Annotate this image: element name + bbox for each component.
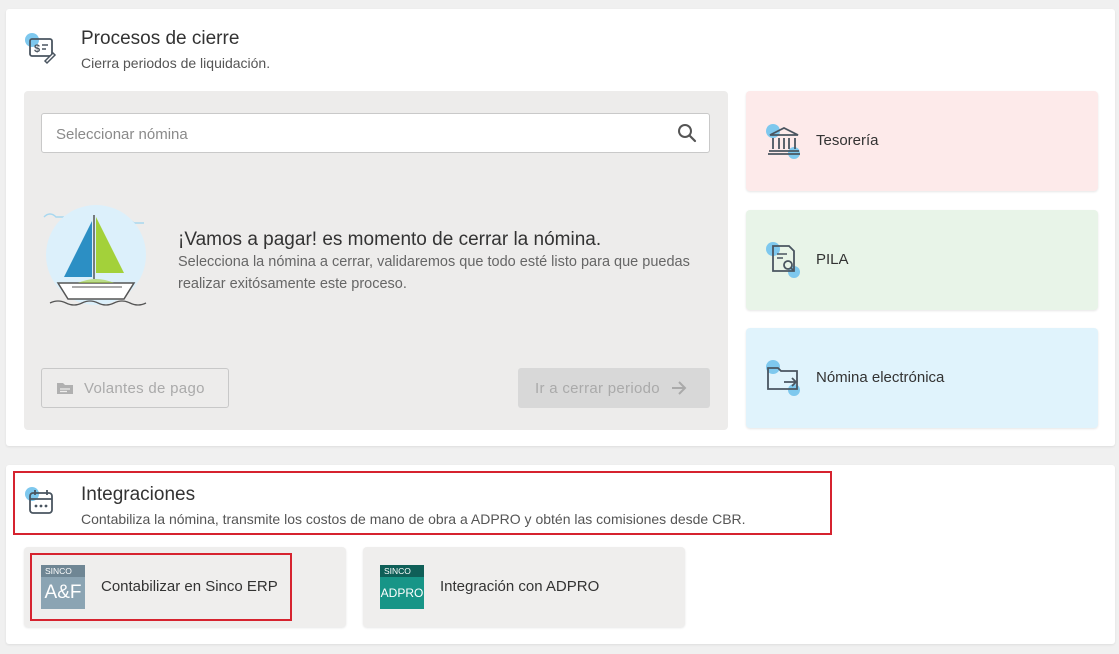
nomina-electronica-card[interactable]: Nómina electrónica [746,328,1098,428]
tesoreria-label: Tesorería [816,132,879,149]
adpro-label: Integración con ADPRO [440,578,600,595]
procesos-cierre-card: $ Procesos de cierre Cierra periodos de … [6,9,1115,446]
payroll-close-icon: $ [25,33,57,65]
logo-main-text: ADPRO [380,577,424,609]
tesoreria-card[interactable]: Tesorería [746,91,1098,191]
integraciones-card: Integraciones Contabiliza la nómina, tra… [6,465,1115,644]
svg-text:$: $ [34,43,40,55]
pila-card[interactable]: PILA [746,210,1098,310]
logo-top-text: SINCO [380,565,424,577]
volantes-de-pago-button[interactable]: Volantes de pago [41,368,229,408]
calendar-icon [25,487,53,514]
cerrar-button-label: Ir a cerrar periodo [535,379,660,397]
page-title: Procesos de cierre [81,28,240,49]
arrow-right-icon [671,381,687,395]
bank-icon [766,124,800,159]
contabilizar-sinco-erp-card[interactable]: SINCO A&F Contabilizar en Sinco ERP [24,547,346,627]
integraciones-subtitle: Contabiliza la nómina, transmite los cos… [81,511,746,527]
folder-icon [57,383,73,394]
sailboat-illustration [43,205,147,306]
payroll-search[interactable] [41,113,710,153]
integraciones-title: Integraciones [81,484,196,505]
document-search-icon [766,242,800,278]
empty-state-description: Selecciona la nómina a cerrar, validarem… [178,254,690,292]
ir-a-cerrar-periodo-button[interactable]: Ir a cerrar periodo [518,368,710,408]
section-subtitle: Cierra periodos de liquidación. [81,55,271,71]
search-input[interactable] [56,123,656,145]
folder-send-icon [766,360,800,396]
nomina-electronica-label: Nómina electrónica [816,369,945,386]
integracion-adpro-card[interactable]: SINCO ADPRO Integración con ADPRO [363,547,685,627]
pila-label: PILA [816,251,849,268]
empty-state-title: ¡Vamos a pagar! es momento de cerrar la … [178,229,602,250]
sinco-card-highlight [30,553,292,621]
search-icon[interactable] [677,123,697,143]
sinco-adpro-logo: SINCO ADPRO [380,565,424,609]
close-payroll-panel: ¡Vamos a pagar! es momento de cerrar la … [24,91,728,430]
volantes-button-label: Volantes de pago [84,379,205,397]
